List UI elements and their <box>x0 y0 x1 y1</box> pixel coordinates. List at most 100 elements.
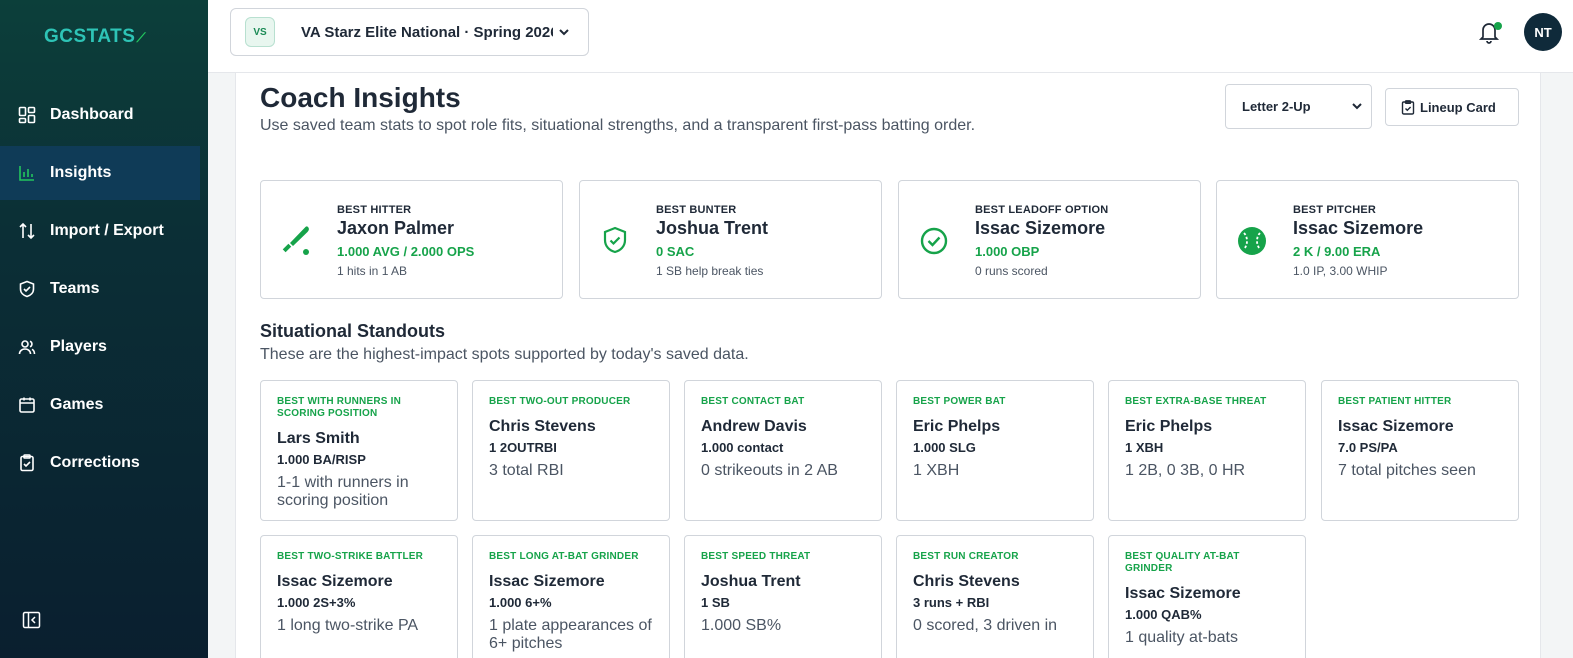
situational-card-note: 3 total RBI <box>489 462 564 479</box>
logo-gc: GC <box>44 26 74 47</box>
situational-card-stat: 1 SB <box>701 595 730 610</box>
notification-dot <box>1494 22 1502 30</box>
best-card-player: Jaxon Palmer <box>337 218 455 238</box>
situational-card: BEST WITH RUNNERS IN SCORING POSITION La… <box>260 380 458 521</box>
chevron-down-icon <box>559 29 569 36</box>
situational-card-player: Issac Sizemore <box>489 573 605 590</box>
sidebar-item-label: Games <box>50 396 104 413</box>
situational-card-stat: 7.0 PS/PA <box>1338 440 1398 455</box>
best-card-note: 1.0 IP, 3.00 WHIP <box>1293 264 1388 278</box>
situational-card-player: Chris Stevens <box>913 573 1020 590</box>
baseball-icon <box>1238 227 1266 255</box>
topbar: VS VA Starz Elite National · Spring 2026… <box>208 0 1573 73</box>
sidebar-item-corrections[interactable]: Corrections <box>0 436 200 490</box>
shield-check-icon <box>603 226 627 254</box>
best-pitcher-card: BEST PITCHER Issac Sizemore 2 K / 9.00 E… <box>1216 180 1519 299</box>
sidebar-item-label: Import / Export <box>50 222 164 239</box>
best-card-label: BEST PITCHER <box>1293 204 1377 216</box>
situational-card: BEST SPEED THREAT Joshua Trent 1 SB 1.00… <box>684 535 882 658</box>
situational-card: BEST CONTACT BAT Andrew Davis 1.000 cont… <box>684 380 882 521</box>
situational-card: BEST EXTRA-BASE THREAT Eric Phelps 1 XBH… <box>1108 380 1306 521</box>
best-card-stat: 2 K / 9.00 ERA <box>1293 244 1381 259</box>
situational-card-player: Issac Sizemore <box>277 573 393 590</box>
sidebar-nav: Dashboard Insights Import / Export Teams… <box>0 88 208 494</box>
sidebar-item-teams[interactable]: Teams <box>0 262 200 316</box>
bar-chart-icon <box>18 164 36 182</box>
best-card-player: Issac Sizemore <box>1293 218 1424 238</box>
situational-card-player: Lars Smith <box>277 430 360 447</box>
team-selector[interactable]: VS VA Starz Elite National · Spring 2026 <box>230 8 589 56</box>
situational-card-label: BEST PATIENT HITTER <box>1338 396 1452 407</box>
collapse-sidebar-icon[interactable] <box>22 611 42 629</box>
sidebar-item-label: Teams <box>50 280 100 297</box>
sidebar-item-players[interactable]: Players <box>0 320 200 374</box>
situational-card-label: BEST POWER BAT <box>913 396 1006 407</box>
situational-card-note: 0 strikeouts in 2 AB <box>701 462 838 479</box>
app-logo[interactable]: GCSTATS⟋ <box>44 26 146 48</box>
best-card-stat: 0 SAC <box>656 244 695 259</box>
situational-card-note: 1 quality at-bats <box>1125 629 1238 646</box>
sidebar: GCSTATS⟋ Dashboard Insights Import / Exp… <box>0 0 208 658</box>
sidebar-item-label: Players <box>50 338 107 355</box>
situational-card: BEST TWO-STRIKE BATTLER Issac Sizemore 1… <box>260 535 458 658</box>
team-badge: VS <box>245 17 275 47</box>
best-card-player: Issac Sizemore <box>975 218 1106 238</box>
best-card-label: BEST BUNTER <box>656 204 737 216</box>
situational-card-stat: 1.000 QAB% <box>1125 607 1202 622</box>
situational-card-player: Eric Phelps <box>913 418 1001 435</box>
situational-card-stat: 1 2OUTRBI <box>489 440 557 455</box>
situational-card-note: 0 scored, 3 driven in <box>913 617 1058 634</box>
check-circle-icon <box>920 227 948 255</box>
sidebar-item-import-export[interactable]: Import / Export <box>0 204 200 258</box>
situational-card-label: BEST LONG AT-BAT GRINDER <box>489 551 639 562</box>
avatar[interactable]: NT <box>1524 13 1562 51</box>
situational-card-player: Issac Sizemore <box>1125 585 1241 602</box>
situational-card-label: BEST CONTACT BAT <box>701 396 805 407</box>
situational-card: BEST PATIENT HITTER Issac Sizemore 7.0 P… <box>1321 380 1519 521</box>
team-name: VA Starz Elite National · Spring 2026 <box>301 23 553 41</box>
situational-card-player: Joshua Trent <box>701 573 801 590</box>
situational-card: BEST TWO-OUT PRODUCER Chris Stevens 1 2O… <box>472 380 670 521</box>
situational-card-stat: 1.000 SLG <box>913 440 976 455</box>
situational-card-stat: 1.000 6+% <box>489 595 552 610</box>
situational-card-note: 7 total pitches seen <box>1338 462 1476 479</box>
main-panel: Coach Insights Use saved team stats to s… <box>235 73 1541 658</box>
chevron-down-icon <box>1352 103 1362 110</box>
sidebar-item-label: Insights <box>50 164 112 181</box>
situational-card-note: 1 plate appearances of 6+ pitches <box>489 617 652 652</box>
best-card-note: 0 runs scored <box>975 264 1048 278</box>
situational-card-label: BEST RUN CREATOR <box>913 551 1019 562</box>
situational-card-player: Issac Sizemore <box>1338 418 1454 435</box>
situational-card-stat: 1.000 2S+3% <box>277 595 356 610</box>
situational-card-label: BEST WITH RUNNERS IN SCORING POSITION <box>277 396 401 419</box>
situational-card-stat: 1.000 BA/RISP <box>277 452 366 467</box>
section-subtitle: These are the highest-impact spots suppo… <box>260 346 749 363</box>
layout-select[interactable]: Letter 2-Up <box>1225 84 1372 129</box>
sidebar-item-games[interactable]: Games <box>0 378 200 432</box>
situational-card-note: 1-1 with runners in scoring position <box>277 474 409 509</box>
best-card-stat: 1.000 OBP <box>975 244 1040 259</box>
situational-card-stat: 1 XBH <box>1125 440 1164 455</box>
best-leadoff-card: BEST LEADOFF OPTION Issac Sizemore 1.000… <box>898 180 1201 299</box>
situational-card-label: BEST TWO-STRIKE BATTLER <box>277 551 424 562</box>
situational-card-player: Eric Phelps <box>1125 418 1213 435</box>
situational-card: BEST RUN CREATOR Chris Stevens 3 runs + … <box>896 535 1094 658</box>
best-hitter-card: BEST HITTER Jaxon Palmer 1.000 AVG / 2.0… <box>260 180 563 299</box>
logo-stats: STATS <box>73 26 136 47</box>
best-card-stat: 1.000 AVG / 2.000 OPS <box>337 244 475 259</box>
sidebar-item-dashboard[interactable]: Dashboard <box>0 88 200 142</box>
sidebar-item-insights[interactable]: Insights <box>0 146 200 200</box>
situational-card-note: 1 2B, 0 3B, 0 HR <box>1125 462 1246 479</box>
situational-card-note: 1.000 SB% <box>701 617 782 634</box>
trend-icon: ⟋ <box>136 30 147 45</box>
situational-card-stat: 1.000 contact <box>701 440 784 455</box>
lineup-card-label: Lineup Card <box>1420 99 1496 115</box>
situational-card: BEST POWER BAT Eric Phelps 1.000 SLG 1 X… <box>896 380 1094 521</box>
lineup-card-button[interactable]: Lineup Card <box>1385 88 1519 126</box>
users-icon <box>18 338 36 356</box>
situational-card-label: BEST QUALITY AT-BAT GRINDER <box>1125 551 1240 574</box>
situational-card-label: BEST EXTRA-BASE THREAT <box>1125 396 1267 407</box>
best-card-label: BEST LEADOFF OPTION <box>975 204 1109 216</box>
clipboard-icon <box>1401 100 1415 115</box>
best-card-player: Joshua Trent <box>656 218 769 238</box>
